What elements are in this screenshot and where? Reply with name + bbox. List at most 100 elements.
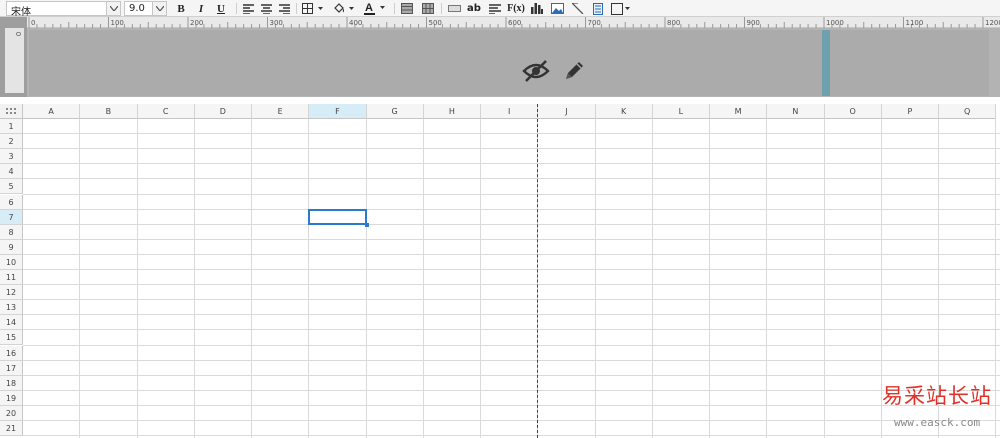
column-header-o[interactable]: O xyxy=(824,104,882,119)
merge-cells-button[interactable] xyxy=(399,1,415,16)
column-header-j[interactable]: J xyxy=(538,104,596,119)
row-gridline xyxy=(23,133,1000,135)
column-header-q[interactable]: Q xyxy=(939,104,997,119)
row-header-4[interactable]: 4 xyxy=(0,164,23,180)
row-gridline xyxy=(23,344,1000,346)
column-header-n[interactable]: N xyxy=(767,104,825,119)
spreadsheet-grid: ABCDEFGHIJKLMNOPQ 1 2 3 4 5 6 7 8 9 10 11 12 13 14 15 1… xyxy=(0,104,1000,438)
font-family-select[interactable]: 宋体 xyxy=(6,1,121,18)
row-header-8[interactable]: 8 xyxy=(0,224,23,240)
row-header-6[interactable]: 6 xyxy=(0,194,23,210)
fill-handle[interactable] xyxy=(365,223,369,227)
column-header-b[interactable]: B xyxy=(80,104,138,119)
row-header-21[interactable]: 21 xyxy=(0,421,23,436)
fill-color-button[interactable] xyxy=(331,1,357,16)
select-all-corner[interactable] xyxy=(0,104,23,119)
row-header-10[interactable]: 10 xyxy=(0,254,23,270)
page-break-line xyxy=(537,104,538,438)
row-header-19[interactable]: 19 xyxy=(0,390,23,406)
textbox-button[interactable] xyxy=(590,1,606,16)
row-gridline xyxy=(23,299,1000,301)
pencil-icon[interactable] xyxy=(562,59,586,83)
underline-button[interactable]: U xyxy=(214,1,228,16)
row-header-14[interactable]: 14 xyxy=(0,315,23,331)
band-area[interactable] xyxy=(29,30,989,96)
align-left-button[interactable] xyxy=(241,1,255,16)
italic-button[interactable]: I xyxy=(194,1,208,16)
frame-button[interactable] xyxy=(610,1,632,16)
column-header-f[interactable]: F xyxy=(309,104,367,119)
bar-chart-icon xyxy=(531,3,543,14)
row-header-15[interactable]: 15 xyxy=(0,330,23,346)
row-gridline xyxy=(23,404,1000,406)
row-gridline xyxy=(23,359,1000,361)
align-center-button[interactable] xyxy=(259,1,273,16)
ruler-tick-label: 1100 xyxy=(906,19,924,27)
font-size-select[interactable]: 9.0 xyxy=(124,1,167,16)
row-header-1[interactable]: 1 xyxy=(0,119,23,134)
split-cells-button[interactable] xyxy=(420,1,436,16)
text-button[interactable]: ab xyxy=(465,1,483,16)
column-header-m[interactable]: M xyxy=(710,104,768,119)
toolbar-separator xyxy=(236,3,237,14)
image-button[interactable] xyxy=(549,1,565,16)
row-header-17[interactable]: 17 xyxy=(0,360,23,376)
image-icon xyxy=(550,3,564,14)
row-header-9[interactable]: 9 xyxy=(0,239,23,255)
toolbar-separator xyxy=(441,3,442,14)
field-icon xyxy=(447,5,461,12)
row-header-13[interactable]: 13 xyxy=(0,300,23,316)
border-button[interactable] xyxy=(300,1,326,16)
row-header-12[interactable]: 12 xyxy=(0,285,23,301)
column-header-d[interactable]: D xyxy=(194,104,252,119)
row-header-16[interactable]: 16 xyxy=(0,345,23,361)
column-header-g[interactable]: G xyxy=(366,104,424,119)
paint-bucket-icon xyxy=(334,2,354,13)
row-header-3[interactable]: 3 xyxy=(0,149,23,165)
chevron-down-icon[interactable] xyxy=(106,2,120,15)
horizontal-ruler: 0 100 200 300 400 500 600 700 800 900 1000 1100 1200 xyxy=(27,17,1000,28)
bold-button[interactable]: B xyxy=(174,1,188,16)
column-header-e[interactable]: E xyxy=(252,104,310,119)
page-width-divider[interactable] xyxy=(822,30,830,96)
active-cell-selection[interactable] xyxy=(308,209,367,225)
row-header-20[interactable]: 20 xyxy=(0,405,23,421)
ruler-tick-label: 1000 xyxy=(826,19,844,27)
formula-button[interactable]: F(x) xyxy=(506,1,526,16)
column-header-h[interactable]: H xyxy=(423,104,481,119)
paragraph-button[interactable] xyxy=(487,1,503,16)
align-right-button[interactable] xyxy=(277,1,291,16)
split-cells-icon xyxy=(422,3,434,14)
textbox-icon xyxy=(593,2,603,15)
row-gridline xyxy=(23,435,1000,437)
row-header-7[interactable]: 7 xyxy=(0,209,23,225)
column-header-i[interactable]: I xyxy=(481,104,539,119)
ruler-tick-label: 1200 xyxy=(985,19,1000,27)
row-header-11[interactable]: 11 xyxy=(0,270,23,285)
row-gridline xyxy=(23,329,1000,331)
column-header-p[interactable]: P xyxy=(881,104,939,119)
watermark-url: www.easck.com xyxy=(894,416,981,429)
row-header-2[interactable]: 2 xyxy=(0,134,23,150)
column-header-a[interactable]: A xyxy=(23,104,81,119)
ruler-tick-label: 700 xyxy=(588,19,601,27)
column-header-l[interactable]: L xyxy=(652,104,710,119)
column-header-k[interactable]: K xyxy=(595,104,653,119)
row-header-18[interactable]: 18 xyxy=(0,375,23,391)
ruler-tick-label: 600 xyxy=(508,19,521,27)
chevron-down-icon[interactable] xyxy=(152,2,166,15)
row-header-5[interactable]: 5 xyxy=(0,179,23,195)
row-gridline xyxy=(23,238,1000,240)
eye-slash-icon[interactable] xyxy=(522,59,550,83)
cell-area[interactable] xyxy=(23,119,1000,438)
text-icon: ab xyxy=(467,3,481,14)
chart-button[interactable] xyxy=(529,1,545,16)
border-grid-icon xyxy=(302,3,323,14)
bold-label: B xyxy=(177,2,185,15)
toolbar: 宋体 9.0 B I U A ab F(x) xyxy=(0,0,1000,18)
ruler-tick-label: 400 xyxy=(349,19,362,27)
line-button[interactable] xyxy=(570,1,586,16)
column-header-c[interactable]: C xyxy=(137,104,195,119)
font-color-button[interactable]: A xyxy=(362,1,388,16)
insert-field-button[interactable] xyxy=(446,1,462,16)
